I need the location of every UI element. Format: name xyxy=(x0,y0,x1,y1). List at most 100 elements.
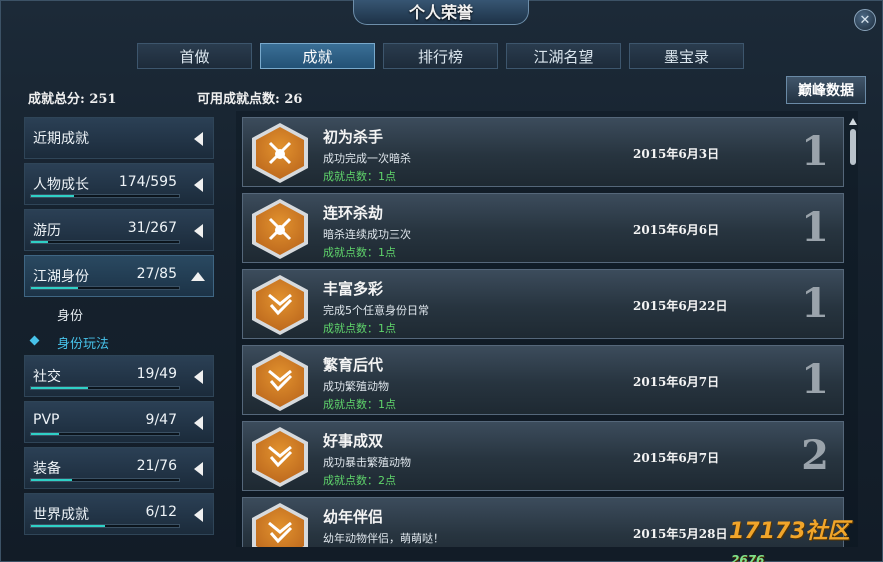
achievement-date: 2015年6月7日 xyxy=(633,375,720,389)
scroll-thumb[interactable] xyxy=(850,129,856,165)
achievement-row[interactable]: 好事成双 成功暴击繁殖动物 成就点数：2点 2015年6月7日 2 xyxy=(242,421,844,491)
category-count: 6/12 xyxy=(145,504,177,520)
achievement-row[interactable]: 丰富多彩 完成5个任意身份日常 成就点数：1点 2015年6月22日 1 xyxy=(242,269,844,339)
achievement-tier: 1 xyxy=(801,280,829,327)
category-sidebar: 近期成就 人物成长 174/595 游历 31/267 江湖身份 27/85 身… xyxy=(21,113,219,543)
subcategory-label: 身份玩法 xyxy=(57,337,110,352)
achievement-points: 成就点数：1点 xyxy=(323,398,396,411)
category-travel[interactable]: 游历 31/267 xyxy=(24,209,214,251)
achievement-row[interactable]: 初为杀手 成功完成一次暗杀 成就点数：1点 2015年6月3日 1 xyxy=(242,117,844,187)
list-scrollbar[interactable] xyxy=(848,118,858,543)
achievement-date: 2015年6月22日 xyxy=(633,299,728,313)
tab-achievements[interactable]: 成就 xyxy=(260,43,375,69)
close-icon: ✕ xyxy=(859,12,871,28)
progress-fill xyxy=(31,479,72,481)
tab-ranking[interactable]: 排行榜 xyxy=(383,43,498,69)
watermark-sub: 2676 xyxy=(731,553,765,562)
category-recent[interactable]: 近期成就 xyxy=(24,117,214,159)
expand-arrow-icon xyxy=(194,224,203,238)
category-name: PVP xyxy=(33,412,60,428)
expand-arrow-icon xyxy=(194,178,203,192)
diamond-icon xyxy=(29,335,40,346)
achievement-title: 幼年伴侣 xyxy=(323,508,384,526)
subcategory-identity[interactable]: 身份 xyxy=(57,305,83,324)
achievement-tier: 1 xyxy=(801,128,829,175)
achievement-title: 连环杀劫 xyxy=(323,204,384,222)
progress-fill xyxy=(31,287,79,289)
subcategory-identity-play[interactable]: 身份玩法 xyxy=(29,333,110,352)
achievement-tier: 1 xyxy=(801,204,829,251)
tab-bar: 首做 成就 排行榜 江湖名望 墨宝录 xyxy=(137,43,744,69)
expand-arrow-icon xyxy=(194,508,203,522)
achievement-title: 初为杀手 xyxy=(323,128,384,146)
category-identity[interactable]: 江湖身份 27/85 xyxy=(24,255,214,297)
achievement-date: 2015年5月28日 xyxy=(633,527,728,541)
achievement-desc: 成功完成一次暗杀 xyxy=(323,152,411,165)
check-chevron-icon xyxy=(268,293,293,316)
achievement-row[interactable]: 繁育后代 成功繁殖动物 成就点数：1点 2015年6月7日 1 xyxy=(242,345,844,415)
category-count: 9/47 xyxy=(145,412,177,428)
category-name: 游历 xyxy=(33,223,61,239)
category-equipment[interactable]: 装备 21/76 xyxy=(24,447,214,489)
achievement-badge xyxy=(252,199,308,259)
achievement-badge xyxy=(252,123,308,183)
category-name: 江湖身份 xyxy=(33,269,89,285)
achievement-title: 繁育后代 xyxy=(323,356,384,374)
achievement-title: 好事成双 xyxy=(323,432,384,450)
achievement-points: 成就点数：1点 xyxy=(323,322,396,335)
category-name: 社交 xyxy=(33,369,61,385)
expand-arrow-icon xyxy=(194,132,203,146)
check-chevron-icon xyxy=(268,521,293,544)
peak-data-button[interactable]: 巅峰数据 xyxy=(786,76,866,104)
assassin-icon xyxy=(268,141,292,165)
tab-reputation[interactable]: 江湖名望 xyxy=(506,43,621,69)
achievement-desc: 成功暴击繁殖动物 xyxy=(323,456,411,469)
progress-bar xyxy=(30,240,180,244)
progress-bar xyxy=(30,524,180,528)
progress-fill xyxy=(31,387,89,389)
category-pvp[interactable]: PVP 9/47 xyxy=(24,401,214,443)
progress-bar xyxy=(30,478,180,482)
progress-bar xyxy=(30,386,180,390)
category-name: 人物成长 xyxy=(33,177,89,193)
achievement-points: 成就点数：1点 xyxy=(323,170,396,183)
check-chevron-icon xyxy=(268,369,293,392)
achievement-badge xyxy=(252,427,308,487)
achievement-row[interactable]: 连环杀劫 暗杀连续成功三次 成就点数：1点 2015年6月6日 1 xyxy=(242,193,844,263)
achievement-list[interactable]: 初为杀手 成功完成一次暗杀 成就点数：1点 2015年6月3日 1 连环杀劫 暗… xyxy=(236,111,858,547)
category-count: 31/267 xyxy=(127,220,177,236)
category-name: 装备 xyxy=(33,461,61,477)
progress-bar xyxy=(30,194,180,198)
achievement-points: 成就点数：1点 xyxy=(323,246,396,259)
category-world[interactable]: 世界成就 6/12 xyxy=(24,493,214,535)
tab-calligraphy[interactable]: 墨宝录 xyxy=(629,43,744,69)
available-points: 可用成就点数: 26 xyxy=(197,92,303,107)
achievement-desc: 完成5个任意身份日常 xyxy=(323,304,429,317)
site-watermark: 17173社区 2676 xyxy=(729,513,882,562)
progress-fill xyxy=(31,525,105,527)
progress-fill xyxy=(31,195,75,197)
category-social[interactable]: 社交 19/49 xyxy=(24,355,214,397)
window-title: 个人荣誉 xyxy=(353,0,529,25)
achievement-date: 2015年6月3日 xyxy=(633,147,720,161)
category-name: 世界成就 xyxy=(33,507,89,523)
achievement-date: 2015年6月7日 xyxy=(633,451,720,465)
category-growth[interactable]: 人物成长 174/595 xyxy=(24,163,214,205)
category-count: 27/85 xyxy=(136,266,177,282)
tab-first-kill[interactable]: 首做 xyxy=(137,43,252,69)
category-count: 174/595 xyxy=(118,174,177,190)
achievement-desc: 暗杀连续成功三次 xyxy=(323,228,411,241)
close-button[interactable]: ✕ xyxy=(854,9,876,31)
assassin-icon xyxy=(268,217,292,241)
watermark-main: 17173社区 xyxy=(729,519,850,544)
expand-arrow-icon xyxy=(194,370,203,384)
expand-arrow-icon xyxy=(194,416,203,430)
achievement-points: 成就点数：2点 xyxy=(323,474,396,487)
achievement-tier: 2 xyxy=(801,432,829,479)
achievement-badge xyxy=(252,351,308,411)
achievement-title: 丰富多彩 xyxy=(323,280,384,298)
achievement-desc: 成功繁殖动物 xyxy=(323,380,389,393)
scroll-up-icon[interactable] xyxy=(849,118,857,125)
progress-bar xyxy=(30,432,180,436)
progress-bar xyxy=(30,286,180,290)
